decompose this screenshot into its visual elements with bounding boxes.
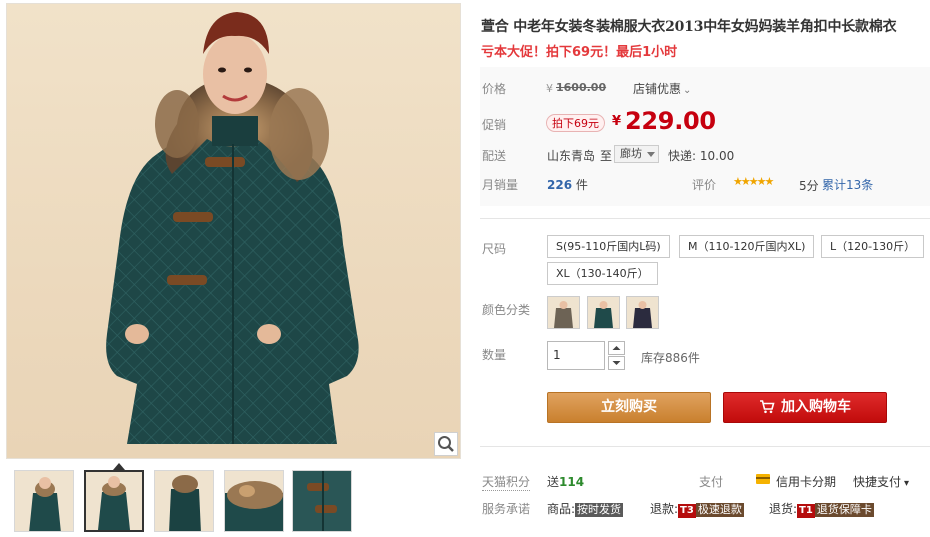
swatch-image bbox=[627, 297, 658, 328]
color-swatch-1[interactable] bbox=[547, 296, 580, 329]
quantity-label: 数量 bbox=[482, 348, 507, 362]
size-option-xl[interactable]: XL（130-140斤） bbox=[547, 262, 658, 285]
add-to-cart-label: 加入购物车 bbox=[781, 399, 851, 415]
thumbnail-image bbox=[155, 471, 213, 531]
thumbnail-2[interactable] bbox=[84, 470, 144, 532]
chevron-down-icon: ⌄ bbox=[683, 85, 692, 96]
ship-to-word: 至 bbox=[600, 149, 613, 163]
service-goods: 商品: 按时发货 bbox=[547, 500, 624, 517]
shop-discount-label: 店铺优惠 bbox=[633, 82, 682, 96]
size-option-m[interactable]: M（110-120斤国内XL) bbox=[679, 235, 815, 258]
service-return-label: 退货: bbox=[769, 502, 798, 516]
thumbnail-pointer bbox=[113, 463, 125, 470]
chevron-down-icon: ▾ bbox=[904, 478, 910, 489]
service-refund-label: 退款: bbox=[650, 502, 679, 516]
express-fee: 快递: 10.00 bbox=[668, 149, 735, 163]
product-subtitle: 亏本大促！拍下69元！最后1小时 bbox=[481, 45, 678, 60]
thumbnail-4[interactable] bbox=[224, 470, 284, 532]
size-option-s[interactable]: S(95-110斤国内L码) bbox=[547, 235, 670, 258]
total-reviews-link[interactable]: 累计13条 bbox=[822, 176, 873, 193]
destination-city-select[interactable]: 廊坊 bbox=[614, 145, 659, 163]
tmall-points-label[interactable]: 天猫积分 bbox=[482, 473, 531, 491]
shopping-cart-icon bbox=[760, 400, 775, 414]
add-to-cart-button[interactable]: 加入购物车 bbox=[723, 392, 887, 423]
thumbnail-3[interactable] bbox=[154, 470, 214, 532]
rating-score: 5分 bbox=[799, 179, 819, 193]
stock-count: 库存886件 bbox=[641, 351, 700, 365]
divider bbox=[480, 446, 930, 447]
refund-code-badge: T3 bbox=[678, 504, 696, 518]
thumbnail-strip bbox=[14, 470, 359, 532]
sales-count: 226 bbox=[547, 178, 573, 192]
swatch-image bbox=[548, 297, 579, 328]
promo-tag: 拍下69元 bbox=[546, 114, 605, 132]
quick-pay-label: 快捷支付 bbox=[853, 475, 902, 489]
dropdown-arrow-icon bbox=[647, 152, 655, 157]
monthly-sales-label: 月销量 bbox=[482, 178, 519, 192]
quick-pay-dropdown[interactable]: 快捷支付 ▾ bbox=[853, 473, 909, 490]
sales-unit: 件 bbox=[575, 178, 588, 192]
divider bbox=[480, 218, 930, 219]
color-swatch-3[interactable] bbox=[626, 296, 659, 329]
main-product-image[interactable] bbox=[6, 3, 461, 459]
caret-down-icon bbox=[612, 361, 621, 365]
fast-refund-badge[interactable]: 极速退款 bbox=[695, 503, 744, 517]
size-label: 尺码 bbox=[482, 242, 507, 256]
points-send: 送 bbox=[547, 475, 560, 489]
thumbnail-1[interactable] bbox=[14, 470, 74, 532]
service-return: 退货: T1 退货保障卡 bbox=[769, 500, 874, 518]
magnifier-icon bbox=[438, 436, 454, 452]
size-option-l[interactable]: L（120-130斤） bbox=[821, 235, 925, 258]
original-price: 1600.00 bbox=[556, 81, 607, 94]
quantity-decrease-button[interactable] bbox=[608, 356, 625, 370]
promo-price: 229.00 bbox=[625, 107, 716, 135]
product-title: 萱合 中老年女装冬装棉服大衣2013中年女妈妈装羊角扣中长款棉衣 bbox=[481, 19, 897, 35]
payment-label: 支付 bbox=[699, 475, 724, 489]
promo-currency-symbol: ¥ bbox=[612, 114, 622, 129]
caret-up-icon bbox=[612, 346, 621, 350]
shipping-label: 配送 bbox=[482, 149, 507, 163]
city-value: 廊坊 bbox=[620, 147, 642, 160]
quantity-increase-button[interactable] bbox=[608, 341, 625, 355]
return-guarantee-badge[interactable]: 退货保障卡 bbox=[814, 503, 874, 517]
monthly-sales: 226 件 bbox=[547, 176, 588, 193]
thumbnail-image bbox=[15, 471, 73, 531]
thumbnail-image bbox=[86, 472, 142, 530]
buy-now-button[interactable]: 立刻购买 bbox=[547, 392, 711, 423]
shop-discount-dropdown[interactable]: 店铺优惠 ⌄ bbox=[633, 80, 691, 97]
service-label: 服务承诺 bbox=[482, 502, 531, 516]
color-label: 颜色分类 bbox=[482, 303, 531, 317]
credit-card-icon bbox=[756, 474, 770, 484]
thumbnail-image bbox=[293, 471, 351, 531]
rating-label: 评价 bbox=[692, 178, 717, 192]
product-info-panel: 萱合 中老年女装冬装棉服大衣2013中年女妈妈装羊角扣中长款棉衣 亏本大促！拍下… bbox=[480, 0, 930, 537]
points-value: 送114 bbox=[547, 473, 584, 490]
thumbnail-image bbox=[225, 471, 283, 531]
return-code-badge: T1 bbox=[797, 504, 815, 518]
service-goods-label: 商品: bbox=[547, 502, 576, 516]
thumbnail-5[interactable] bbox=[292, 470, 352, 532]
ship-from: 山东青岛 bbox=[547, 149, 596, 163]
price-label: 价格 bbox=[482, 82, 507, 96]
model-coat-illustration bbox=[106, 12, 359, 444]
rating-stars: ★★★★★ bbox=[733, 175, 774, 188]
zoom-button[interactable] bbox=[434, 432, 458, 456]
currency-symbol: ¥ bbox=[546, 82, 553, 95]
promo-label: 促销 bbox=[482, 118, 507, 132]
color-swatch-2[interactable] bbox=[587, 296, 620, 329]
swatch-image bbox=[588, 297, 619, 328]
points-number: 114 bbox=[559, 475, 585, 489]
credit-card-installment[interactable]: 信用卡分期 bbox=[776, 473, 836, 490]
service-refund: 退款: T3 极速退款 bbox=[650, 500, 744, 518]
on-time-shipping-badge[interactable]: 按时发货 bbox=[575, 503, 624, 517]
quantity-input[interactable]: 1 bbox=[547, 341, 605, 370]
